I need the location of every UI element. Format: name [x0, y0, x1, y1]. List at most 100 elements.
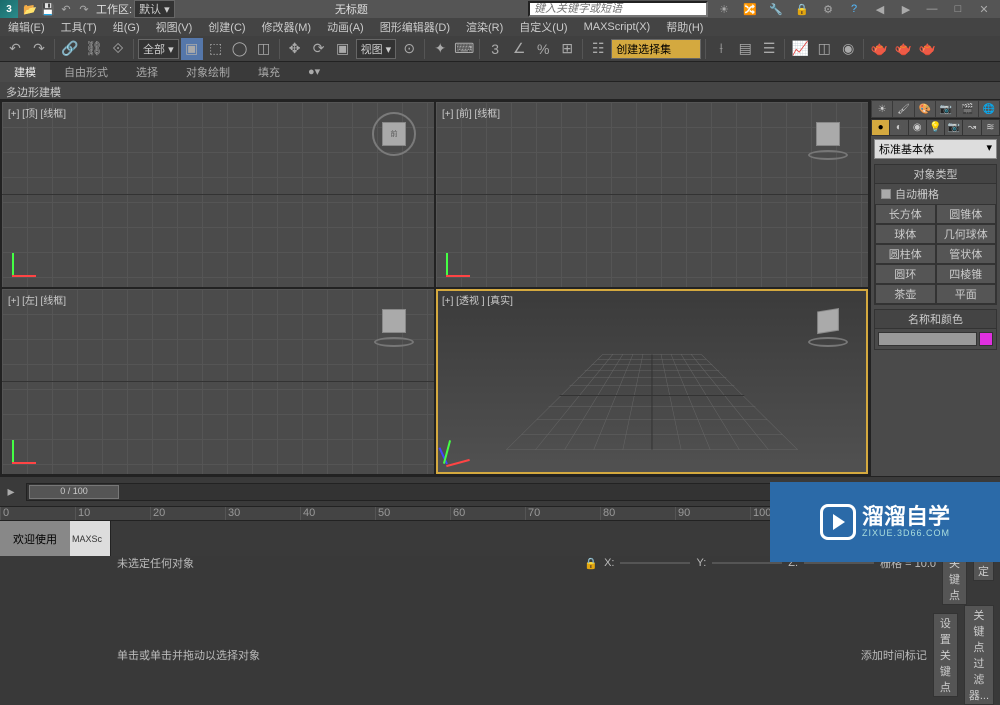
menu-customize[interactable]: 自定义(U) — [511, 19, 575, 35]
menu-group[interactable]: 组(G) — [105, 19, 148, 35]
scale-button[interactable]: ▣ — [332, 38, 354, 60]
sub-cameras-icon[interactable]: 💡 — [927, 120, 944, 135]
rollout-name-color[interactable]: 名称和颜色 — [875, 310, 996, 329]
menu-tools[interactable]: 工具(T) — [53, 19, 105, 35]
edit-named-sel-button[interactable]: ☷ — [587, 38, 609, 60]
curve-editor-button[interactable]: 📈 — [789, 38, 811, 60]
btn-torus[interactable]: 圆环 — [875, 264, 936, 284]
qat-redo-icon[interactable]: ↷ — [76, 1, 92, 17]
sub-lights-icon[interactable]: ◉ — [909, 120, 926, 135]
viewcube-persp[interactable] — [804, 297, 852, 345]
menu-grapheditors[interactable]: 图形编辑器(D) — [372, 19, 458, 35]
workspace-dropdown[interactable]: 默认 ▾ — [134, 0, 175, 18]
undo-button[interactable]: ↶ — [4, 38, 26, 60]
btn-plane[interactable]: 平面 — [936, 284, 997, 304]
help-icon[interactable]: ? — [842, 1, 866, 17]
select-object-button[interactable]: ▣ — [181, 38, 203, 60]
viewport-top[interactable]: [+] [顶] [线框] 前 — [2, 102, 434, 287]
pivot-button[interactable]: ⊙ — [398, 38, 420, 60]
viewcube-front[interactable] — [804, 110, 852, 158]
percent-snap-button[interactable]: % — [532, 38, 554, 60]
material-editor-button[interactable]: ◉ — [837, 38, 859, 60]
tb-lock-icon[interactable]: 🔒 — [790, 1, 814, 17]
viewport-left[interactable]: [+] [左] [线框] — [2, 289, 434, 474]
cmd-tab-hierarchy[interactable]: 🎨 — [915, 101, 935, 117]
render-setup-button[interactable]: 🫖 — [868, 38, 890, 60]
lock-selection-icon[interactable]: 🔒 — [584, 557, 598, 570]
qat-save-icon[interactable]: 💾 — [40, 1, 56, 17]
schematic-button[interactable]: ◫ — [813, 38, 835, 60]
maxscript-mini[interactable]: MAXSc — [70, 521, 110, 556]
tb-random-icon[interactable]: 🔀 — [738, 1, 762, 17]
cmd-tab-motion[interactable]: 📷 — [936, 101, 956, 117]
ribbon-tab-objectpaint[interactable]: 对象绘制 — [172, 62, 244, 82]
viewport-front-label[interactable]: [+] [前] [线框] — [442, 105, 500, 120]
sub-shapes-icon[interactable]: ◐ — [890, 120, 907, 135]
ribbon-expand[interactable]: ●▾ — [294, 63, 334, 80]
next-icon[interactable]: ▶ — [894, 1, 918, 17]
ribbon-panel-polymodeling[interactable]: 多边形建模 — [0, 82, 1000, 100]
viewcube-top[interactable]: 前 — [370, 110, 418, 158]
mirror-button[interactable]: ⟊ — [710, 38, 732, 60]
autogrid-checkbox[interactable]: 自动栅格 — [875, 184, 996, 204]
add-time-tag[interactable]: 添加时间标记 — [861, 647, 927, 663]
btn-teapot[interactable]: 茶壶 — [875, 284, 936, 304]
named-selection-dropdown[interactable]: 创建选择集 — [611, 39, 701, 59]
select-region-button[interactable]: ◯ — [229, 38, 251, 60]
qat-undo-icon[interactable]: ↶ — [58, 1, 74, 17]
sub-systems-icon[interactable]: ≋ — [982, 120, 999, 135]
menu-modifiers[interactable]: 修改器(M) — [254, 19, 320, 35]
render-button[interactable]: 🫖 — [916, 38, 938, 60]
viewport-front[interactable]: [+] [前] [线框] — [436, 102, 868, 287]
coord-y-input[interactable] — [712, 562, 782, 564]
prev-icon[interactable]: ◀ — [868, 1, 892, 17]
btn-geosphere[interactable]: 几何球体 — [936, 224, 997, 244]
search-input[interactable] — [528, 1, 708, 17]
link-button[interactable]: 🔗 — [59, 38, 81, 60]
object-color-swatch[interactable] — [979, 332, 993, 346]
qat-open-icon[interactable]: 📂 — [22, 1, 38, 17]
unlink-button[interactable]: ⛓ — [83, 38, 105, 60]
viewport-left-label[interactable]: [+] [左] [线框] — [8, 292, 66, 307]
coord-z-input[interactable] — [804, 562, 874, 564]
cmd-tab-create[interactable]: ☀ — [872, 101, 892, 117]
sub-geometry-icon[interactable]: ● — [872, 120, 889, 135]
window-crossing-button[interactable]: ◫ — [253, 38, 275, 60]
bind-button[interactable]: ⟐ — [107, 38, 129, 60]
menu-help[interactable]: 帮助(H) — [658, 19, 711, 35]
menu-animation[interactable]: 动画(A) — [319, 19, 372, 35]
menu-create[interactable]: 创建(C) — [200, 19, 253, 35]
time-slider-handle[interactable]: 0 / 100 — [29, 485, 119, 499]
snap-toggle-button[interactable]: 3 — [484, 38, 506, 60]
tb-gear-icon[interactable]: ⚙ — [816, 1, 840, 17]
viewport-perspective[interactable]: [+] [透视 ] [真实] — [436, 289, 868, 474]
selection-filter-dropdown[interactable]: 全部 ▾ — [138, 39, 179, 59]
keyfilter-button[interactable]: 关键点过滤器... — [964, 605, 994, 705]
btn-sphere[interactable]: 球体 — [875, 224, 936, 244]
btn-tube[interactable]: 管状体 — [936, 244, 997, 264]
app-icon[interactable]: 3 — [0, 0, 18, 18]
ribbon-tab-populate[interactable]: 填充 — [244, 62, 294, 82]
align-button[interactable]: ▤ — [734, 38, 756, 60]
redo-button[interactable]: ↷ — [28, 38, 50, 60]
close-button[interactable]: ✕ — [972, 1, 996, 17]
btn-cone[interactable]: 圆锥体 — [936, 204, 997, 224]
coord-x-input[interactable] — [620, 562, 690, 564]
minimize-button[interactable]: — — [920, 1, 944, 17]
menu-maxscript[interactable]: MAXScript(X) — [576, 21, 659, 33]
cmd-tab-display[interactable]: 🎬 — [957, 101, 977, 117]
sub-helpers-icon[interactable]: 📷 — [945, 120, 962, 135]
rollout-object-type[interactable]: 对象类型 — [875, 165, 996, 184]
select-name-button[interactable]: ⬚ — [205, 38, 227, 60]
timeline-play-icon[interactable]: ▸ — [0, 481, 22, 503]
tb-wrench-icon[interactable]: 🔧 — [764, 1, 788, 17]
spinner-snap-button[interactable]: ⊞ — [556, 38, 578, 60]
maximize-button[interactable]: □ — [946, 1, 970, 17]
viewport-top-label[interactable]: [+] [顶] [线框] — [8, 105, 66, 120]
ref-coord-dropdown[interactable]: 视图 ▾ — [356, 39, 397, 59]
move-button[interactable]: ✥ — [284, 38, 306, 60]
btn-cylinder[interactable]: 圆柱体 — [875, 244, 936, 264]
rotate-button[interactable]: ⟳ — [308, 38, 330, 60]
menu-edit[interactable]: 编辑(E) — [0, 19, 53, 35]
btn-box[interactable]: 长方体 — [875, 204, 936, 224]
